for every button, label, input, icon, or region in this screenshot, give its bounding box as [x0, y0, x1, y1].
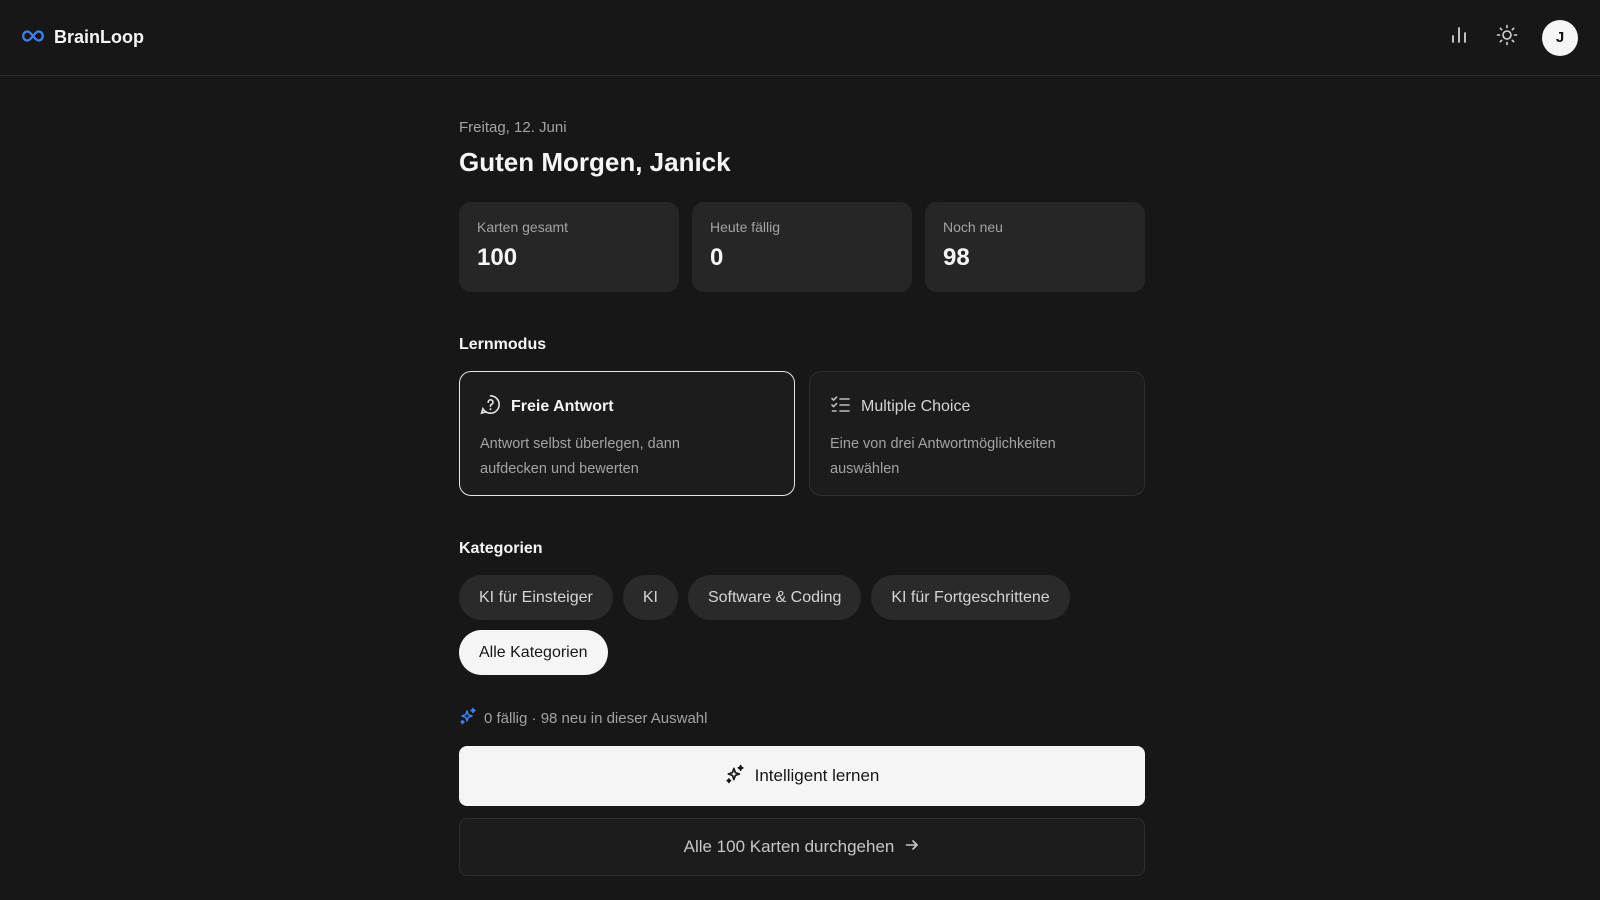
brand[interactable]: BrainLoop — [22, 27, 144, 48]
smart-learn-label: Intelligent lernen — [754, 766, 880, 785]
summary-text: 0 fällig · 98 neu in dieser Auswahl — [484, 709, 708, 727]
stat-label: Noch neu — [943, 219, 1003, 235]
mode-description: Eine von drei Antwortmöglichkeiten auswä… — [830, 436, 1056, 477]
mode-description: Antwort selbst überlegen, dann aufdecken… — [480, 436, 680, 477]
checklist-icon — [830, 394, 851, 420]
infinity-icon — [22, 29, 44, 47]
category-chip-software-coding[interactable]: Software & Coding — [687, 575, 862, 620]
stat-card-new: Noch neu 98 — [925, 202, 1145, 292]
category-chip-ki-fortgeschrittene[interactable]: KI für Fortgeschrittene — [871, 575, 1070, 620]
stat-value: 100 — [477, 244, 518, 271]
review-all-label: Alle 100 Karten durchgehen — [683, 837, 895, 856]
theme-toggle-button[interactable] — [1494, 24, 1520, 51]
arrow-right-icon — [904, 837, 920, 858]
stat-value: 0 — [710, 244, 724, 271]
smart-learn-button[interactable]: Intelligent lernen — [459, 746, 1145, 806]
statistics-button[interactable] — [1446, 25, 1472, 51]
learn-mode-heading: Lernmodus — [459, 336, 547, 353]
stats-row: Karten gesamt 100 Heute fällig 0 Noch ne… — [459, 202, 1145, 292]
mode-card-multiple-choice[interactable]: Multiple Choice Eine von drei Antwortmög… — [809, 371, 1145, 496]
question-circle-icon — [480, 394, 501, 420]
avatar[interactable]: J — [1542, 19, 1578, 56]
category-chip-ki[interactable]: KI — [622, 575, 678, 620]
stat-value: 98 — [943, 244, 970, 271]
sun-icon — [1496, 24, 1518, 51]
sparkles-icon — [725, 764, 745, 789]
category-chips: KI für Einsteiger KI Software & Coding K… — [459, 575, 1145, 675]
stat-label: Karten gesamt — [477, 219, 569, 235]
app-name: BrainLoop — [54, 27, 144, 47]
stat-card-due-today: Heute fällig 0 — [692, 202, 912, 292]
categories-heading: Kategorien — [459, 540, 543, 557]
mode-name: Freie Antwort — [511, 398, 614, 415]
review-all-cards-button[interactable]: Alle 100 Karten durchgehen — [459, 818, 1145, 876]
category-chip-ki-einsteiger[interactable]: KI für Einsteiger — [459, 575, 613, 620]
dashboard: Freitag, 12. Juni Guten Morgen, Janick K… — [459, 76, 1145, 876]
category-chip-all[interactable]: Alle Kategorien — [459, 630, 608, 675]
bar-chart-icon — [1449, 25, 1469, 50]
top-bar: BrainLoop J — [0, 0, 1600, 76]
greeting-title: Guten Morgen, Janick — [459, 147, 731, 177]
mode-name: Multiple Choice — [861, 398, 971, 415]
mode-card-free-answer[interactable]: Freie Antwort Antwort selbst überlegen, … — [459, 371, 795, 496]
current-date: Freitag, 12. Juni — [459, 119, 567, 136]
sparkles-icon — [459, 707, 477, 729]
stat-label: Heute fällig — [710, 219, 781, 235]
learn-mode-options: Freie Antwort Antwort selbst überlegen, … — [459, 371, 1145, 496]
stat-card-total: Karten gesamt 100 — [459, 202, 679, 292]
selection-summary: 0 fällig · 98 neu in dieser Auswahl — [459, 707, 1145, 729]
